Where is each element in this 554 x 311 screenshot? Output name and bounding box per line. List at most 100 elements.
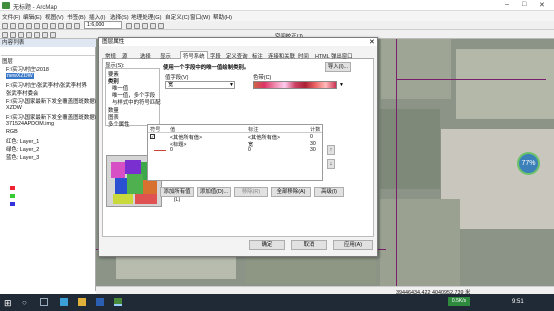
full-extent-icon[interactable] — [26, 31, 32, 38]
toc-layers-root[interactable]: 图层 — [2, 57, 13, 65]
paste-icon[interactable] — [50, 22, 56, 29]
menu-insert[interactable]: 插入(I) — [89, 13, 105, 21]
taskbar: ⊞ ○ 0.5K/s 9:51 — [0, 294, 554, 311]
cut-icon[interactable] — [34, 22, 40, 29]
renderer-item[interactable]: 与样式中的符号匹配 — [112, 98, 161, 106]
map-scale-select[interactable]: 1:6,000 — [84, 21, 122, 29]
value-field-select[interactable]: 宽 — [165, 81, 235, 89]
delete-icon[interactable] — [58, 22, 64, 29]
copy-icon[interactable] — [42, 22, 48, 29]
undo-icon[interactable] — [66, 22, 72, 29]
toc-item[interactable]: 371524APDOM.img — [6, 121, 54, 127]
renderer-list: 要素 类别 唯一值 唯一值，多个字段 与样式中的符号匹配 数量 图表 多个属性 — [105, 68, 161, 128]
menu-file[interactable]: 文件(F) — [2, 13, 20, 21]
green-band-swatch — [10, 194, 15, 198]
move-up-button[interactable]: ↑ — [327, 145, 335, 155]
table-cell: 30 — [310, 147, 316, 153]
windows-start-icon[interactable]: ⊞ — [4, 298, 12, 309]
color-ramp-select[interactable] — [253, 81, 337, 89]
zoom-out-icon[interactable] — [10, 31, 16, 38]
identify-icon[interactable] — [42, 31, 48, 38]
close-window-icon[interactable]: ✕ — [539, 1, 545, 9]
chevron-down-icon[interactable]: ▼ — [229, 82, 234, 88]
cancel-button[interactable]: 取消 — [291, 240, 327, 250]
menu-bookmarks[interactable]: 书签(B) — [67, 13, 86, 21]
maximize-icon[interactable]: □ — [522, 1, 526, 8]
catalog-icon[interactable] — [134, 22, 140, 29]
add-all-values-button[interactable]: 添加所有值(L) — [160, 187, 194, 203]
toc-item-selected[interactable]: newXZDW — [6, 73, 34, 79]
add-data-icon[interactable] — [74, 22, 80, 29]
minimize-icon[interactable]: – — [505, 1, 509, 8]
toc-item[interactable]: 红色: Layer_1 — [6, 137, 39, 145]
search-icon[interactable]: ○ — [22, 298, 27, 307]
toc-item[interactable]: 绿色: Layer_2 — [6, 145, 39, 153]
pan-icon[interactable] — [18, 31, 24, 38]
color-ramp-label: 色带(C) — [253, 75, 272, 81]
toc-header: 内容列表 — [0, 39, 96, 47]
menu-bar: 文件(F) 编辑(E) 视图(V) 书签(B) 插入(I) 选择(S) 地理处理… — [0, 11, 554, 21]
remove-button[interactable]: 移除(R) — [234, 187, 268, 197]
performance-badge: 77% — [517, 152, 540, 175]
toc-item[interactable]: F:\实习\村庄\2018 — [6, 65, 49, 73]
ok-button[interactable]: 确定 — [249, 240, 285, 250]
apply-button[interactable]: 应用(A) — [333, 240, 373, 250]
chevron-down-icon[interactable]: ▼ — [339, 82, 344, 88]
network-speed-badge: 0.5K/s — [448, 297, 470, 306]
renderer-item[interactable]: 多个属性 — [108, 120, 130, 128]
layer-properties-dialog: 图层属性 ✕ 常规 源 选择 显示 符号系统 字段 定义查询 标注 连接和关联 … — [98, 37, 378, 257]
standard-toolbar: 1:6,000 — [0, 21, 554, 30]
arctoolbox-icon[interactable] — [150, 22, 156, 29]
remove-all-button[interactable]: 全部移除(A) — [271, 187, 311, 197]
task-view-icon[interactable] — [40, 298, 48, 306]
table-cell: 0 — [310, 134, 313, 140]
menu-selection[interactable]: 选择(S) — [110, 13, 129, 21]
toc-item[interactable]: 张武李村委会 — [6, 89, 38, 97]
dialog-title: 图层属性 — [99, 38, 377, 46]
editor-icon[interactable] — [126, 22, 132, 29]
table-cell[interactable]: <其他所有值> — [170, 134, 202, 141]
folder-icon[interactable] — [78, 298, 86, 306]
menu-geoprocessing[interactable]: 地理处理(G) — [131, 13, 161, 21]
table-of-contents: 内容列表 图层 F:\实习\村庄\2018 newXZDW F:\实习\村庄\张… — [0, 39, 96, 291]
move-down-button[interactable]: ↓ — [327, 159, 335, 169]
toc-item[interactable]: XZDW — [6, 105, 22, 111]
add-values-button[interactable]: 添加值(D)... — [197, 187, 231, 197]
toc-item[interactable]: F:\实习\国家最新下发全覆盖图斑数据\ — [6, 113, 96, 121]
symbol-swatch[interactable] — [154, 150, 166, 151]
arcmap-task-icon[interactable] — [114, 298, 122, 306]
tab-strip: 常规 源 选择 显示 符号系统 字段 定义查询 标注 连接和关联 时间 HTML… — [102, 51, 374, 60]
title-bar: 无标题 - ArcMap – □ ✕ — [0, 0, 554, 11]
toc-item[interactable]: RGB — [6, 129, 18, 135]
blue-band-swatch — [10, 202, 15, 206]
print-icon[interactable] — [26, 22, 32, 29]
menu-windows[interactable]: 窗口(W) — [190, 13, 210, 21]
new-icon[interactable] — [2, 22, 8, 29]
measure-icon[interactable] — [50, 31, 56, 38]
import-button[interactable]: 导入(I)... — [325, 62, 351, 72]
zoom-in-icon[interactable] — [2, 31, 8, 38]
edge-icon[interactable] — [60, 298, 68, 306]
advanced-button[interactable]: 高级(I) — [314, 187, 344, 197]
dialog-close-icon[interactable]: ✕ — [369, 38, 375, 46]
table-cell[interactable]: 0 — [170, 147, 173, 153]
symbol-value-table: 符号 值 标注 计数 ✓ <其他所有值> <其他所有值> 0 <标题> 宽 30… — [147, 124, 323, 181]
symbology-panel: 显示(S): 要素 类别 唯一值 唯一值，多个字段 与样式中的符号匹配 数量 图… — [102, 59, 374, 237]
search-icon[interactable] — [142, 22, 148, 29]
python-icon[interactable] — [158, 22, 164, 29]
toc-item[interactable]: F:\实习\国家最新下发全覆盖图斑数据\ — [6, 97, 96, 105]
toc-item[interactable]: 蓝色: Layer_3 — [6, 153, 39, 161]
save-icon[interactable] — [18, 22, 24, 29]
boundary-line — [396, 39, 397, 286]
select-icon[interactable] — [34, 31, 40, 38]
window-title: 无标题 - ArcMap — [13, 5, 58, 11]
renderer-description: 使用一个字段中的唯一值绘制类别。 — [163, 65, 250, 71]
open-icon[interactable] — [10, 22, 16, 29]
menu-customize[interactable]: 自定义(C) — [165, 13, 190, 21]
word-icon[interactable] — [96, 298, 104, 306]
toc-item[interactable]: F:\实习\村庄\张武李村\张武李村界 — [6, 81, 87, 89]
menu-view[interactable]: 视图(V) — [45, 13, 64, 21]
menu-edit[interactable]: 编辑(E) — [23, 13, 42, 21]
checkbox[interactable]: ✓ — [150, 134, 155, 139]
menu-help[interactable]: 帮助(H) — [213, 13, 232, 21]
